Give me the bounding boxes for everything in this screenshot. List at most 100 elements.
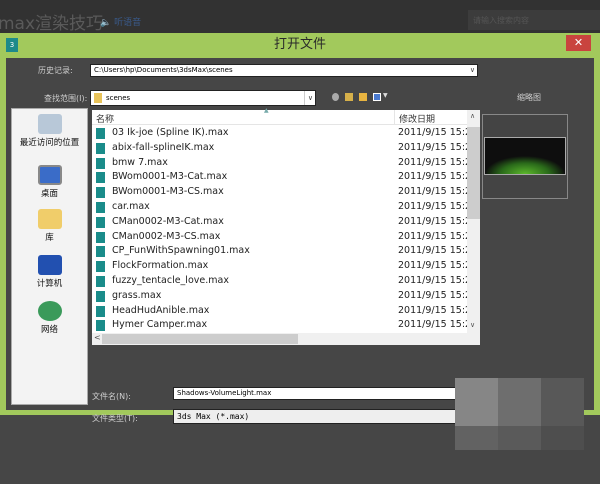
file-date: 2011/9/15 15:2 [398, 245, 467, 257]
history-value: C:\Users\hp\Documents\3dsMax\scenes [94, 66, 233, 74]
place-library[interactable]: 库 [12, 209, 87, 243]
max-file-icon [96, 231, 105, 243]
file-row[interactable]: BWom0001-M3-Cat.max 2011/9/15 15:2 [92, 170, 467, 185]
file-date: 2011/9/15 15:2 [398, 260, 467, 272]
chevron-down-icon[interactable]: ▼ [383, 92, 388, 99]
file-name: BWom0001-M3-Cat.max [112, 171, 228, 183]
file-name: Hymer Camper.max [112, 319, 208, 331]
thumbnail-label: 缩略图 [517, 93, 541, 102]
network-icon [37, 301, 62, 321]
max-file-icon [96, 216, 105, 228]
file-name: 03 Ik-joe (Spline IK).max [112, 127, 229, 138]
file-row[interactable]: 03 Ik-joe (Spline IK).max 2011/9/15 15:2 [92, 126, 467, 141]
file-name: CP_FunWithSpawning01.max [112, 245, 250, 257]
file-date: 2011/9/15 15:2 [398, 230, 467, 242]
max-file-icon [96, 305, 105, 317]
open-file-dialog: 3 打开文件 ✕ 历史记录: C:\Users\hp\Documents\3ds… [0, 33, 600, 450]
place-label: 桌面 [40, 189, 58, 199]
file-row[interactable]: fuzzy_tentacle_love.max 2011/9/15 15:2 [92, 274, 467, 289]
recent-places-icon [37, 114, 62, 134]
column-name[interactable]: 名称 [96, 112, 114, 125]
max-file-icon [96, 142, 105, 154]
places-bar: 最近访问的位置 桌面 库 计算机 网络 [11, 108, 88, 405]
lookin-value: scenes [106, 94, 131, 102]
scroll-thumb[interactable] [467, 127, 480, 219]
scroll-left-icon[interactable]: < [94, 333, 101, 342]
desktop-icon [37, 165, 62, 185]
file-date: 2011/9/15 15:2 [398, 127, 467, 138]
file-row[interactable]: HeadHudAnible.max 2011/9/15 15:2 [92, 304, 467, 319]
scroll-down-icon[interactable]: ∨ [470, 321, 475, 329]
listen-button[interactable]: 🔈 听语音 [100, 15, 141, 28]
history-label: 历史记录: [38, 66, 73, 75]
file-date: 2011/9/15 15:2 [398, 319, 467, 331]
max-file-icon [96, 290, 105, 302]
file-date: 2011/9/15 15:2 [398, 186, 467, 198]
file-row[interactable]: car.max 2011/9/15 15:2 [92, 200, 467, 215]
dialog-title: 打开文件 [273, 37, 326, 52]
file-row[interactable]: FlockFormation.max 2011/9/15 15:2 [92, 259, 467, 274]
file-name: CMan0002-M3-Cat.max [112, 215, 224, 227]
file-date: 2011/9/15 15:2 [398, 171, 467, 183]
filetype-select[interactable]: 3ds Max (*.max) [173, 409, 463, 424]
horizontal-scrollbar[interactable]: < [92, 333, 480, 345]
dialog-body: 历史记录: C:\Users\hp\Documents\3dsMax\scene… [6, 58, 594, 450]
place-recent[interactable]: 最近访问的位置 [12, 114, 87, 148]
file-date: 2011/9/15 15:2 [398, 156, 467, 168]
max-file-icon [96, 202, 105, 213]
folder-icon [94, 93, 102, 103]
file-row[interactable]: CMan0002-M3-CS.max 2011/9/15 15:2 [92, 230, 467, 245]
max-file-icon [96, 320, 105, 332]
lookin-label: 查找范围(I): [44, 94, 88, 103]
close-button[interactable]: ✕ [566, 35, 591, 51]
computer-icon [37, 255, 62, 275]
file-row[interactable]: abix-fall-splineIK.max 2011/9/15 15:2 [92, 141, 467, 156]
pixelated-blocks [455, 378, 584, 450]
scroll-thumb[interactable] [102, 334, 298, 344]
thumbnail-image [484, 137, 566, 175]
file-name: car.max [112, 201, 150, 212]
sort-arrow-icon: ▲ [264, 107, 269, 114]
thumbnail-preview [482, 114, 568, 199]
chevron-down-icon: ∨ [469, 66, 475, 74]
place-desktop[interactable]: 桌面 [12, 165, 87, 199]
place-label: 网络 [40, 325, 58, 335]
list-header: 名称 ▲ 修改日期 [92, 107, 467, 125]
library-icon [37, 209, 62, 229]
place-computer[interactable]: 计算机 [12, 255, 87, 289]
file-list: 名称 ▲ 修改日期 03 Ik-joe (Spline IK).max 2011/… [92, 107, 480, 345]
lookin-combobox[interactable]: scenes ∨ [90, 90, 316, 106]
max-file-icon [96, 172, 105, 184]
max-file-icon [96, 261, 105, 273]
filename-label: 文件名(N): [92, 392, 131, 401]
file-name: FlockFormation.max [112, 260, 209, 272]
file-row[interactable]: CP_FunWithSpawning01.max 2011/9/15 15:2 [92, 244, 467, 259]
file-date: 2011/9/15 15:2 [398, 275, 467, 286]
column-date[interactable]: 修改日期 [394, 110, 439, 125]
site-search-input[interactable]: 请输入搜索内容 [468, 10, 600, 30]
up-folder-icon[interactable] [345, 93, 353, 101]
filename-input[interactable]: Shadows-VolumeLight.max [173, 387, 463, 400]
view-menu-icon[interactable] [373, 93, 381, 101]
file-name: fuzzy_tentacle_love.max [112, 275, 229, 286]
back-icon[interactable] [332, 93, 339, 101]
history-combobox[interactable]: C:\Users\hp\Documents\3dsMax\scenes ∨ [90, 64, 478, 77]
file-row[interactable]: Hymer Camper.max 2011/9/15 15:2 [92, 318, 467, 333]
file-row[interactable]: bmw 7.max 2011/9/15 15:2 [92, 156, 467, 171]
file-row[interactable]: CMan0002-M3-Cat.max 2011/9/15 15:2 [92, 215, 467, 230]
file-name: grass.max [112, 289, 162, 301]
max-file-icon [96, 157, 105, 169]
file-date: 2011/9/15 15:2 [398, 141, 467, 153]
filetype-label: 文件类型(T): [92, 414, 138, 423]
chevron-down-icon: ∨ [303, 91, 313, 105]
file-date: 2011/9/15 15:2 [398, 201, 467, 212]
file-date: 2011/9/15 15:2 [398, 215, 467, 227]
scroll-up-icon[interactable]: ∧ [470, 112, 475, 120]
file-row[interactable]: BWom0001-M3-CS.max 2011/9/15 15:2 [92, 185, 467, 200]
place-network[interactable]: 网络 [12, 301, 87, 335]
file-row[interactable]: grass.max 2011/9/15 15:2 [92, 289, 467, 304]
place-label: 计算机 [36, 279, 63, 289]
site-title: max渲染技巧 [0, 14, 104, 34]
vertical-scrollbar[interactable]: ∧ ∨ [467, 110, 480, 333]
new-folder-icon[interactable] [359, 93, 367, 101]
